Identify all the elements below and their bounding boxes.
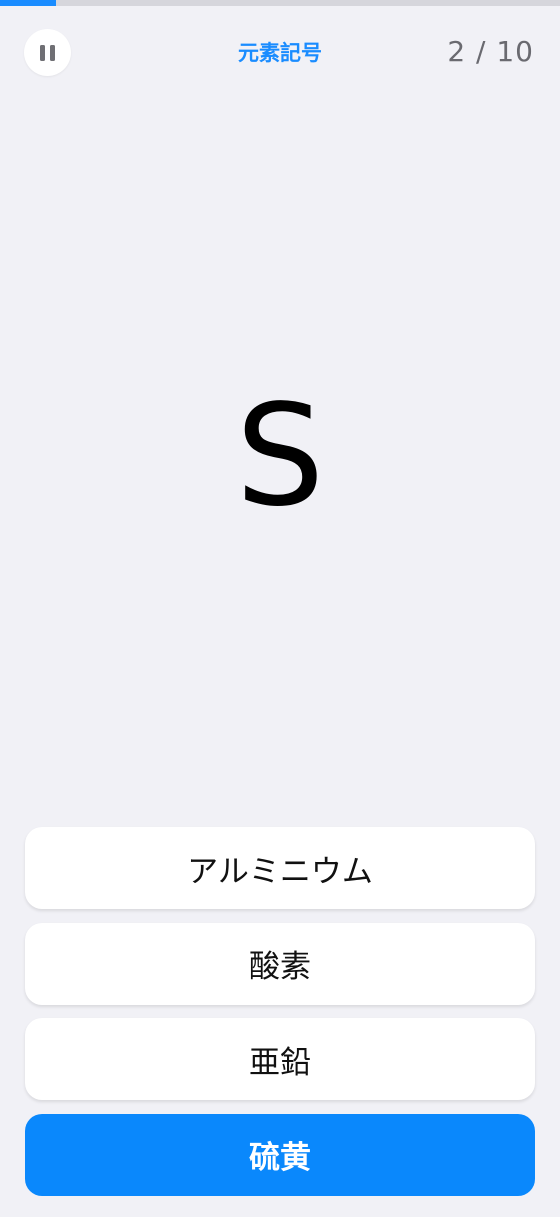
choice-button-selected[interactable]: 硫黄 [25, 1113, 535, 1196]
element-symbol: S [235, 375, 325, 538]
answer-choices: アルミニウム 酸素 亜鉛 硫黄 [25, 827, 535, 1209]
quiz-title: 元素記号 [238, 41, 322, 65]
choice-button[interactable]: アルミニウム [25, 827, 535, 909]
choice-button[interactable]: 酸素 [25, 922, 535, 1005]
pause-button[interactable] [24, 29, 71, 76]
choice-button[interactable]: 亜鉛 [25, 1018, 535, 1100]
progress-bar [0, 0, 560, 6]
progress-bar-fill [0, 0, 56, 6]
pause-icon [40, 44, 55, 61]
question-counter: 2 / 10 [447, 35, 534, 68]
